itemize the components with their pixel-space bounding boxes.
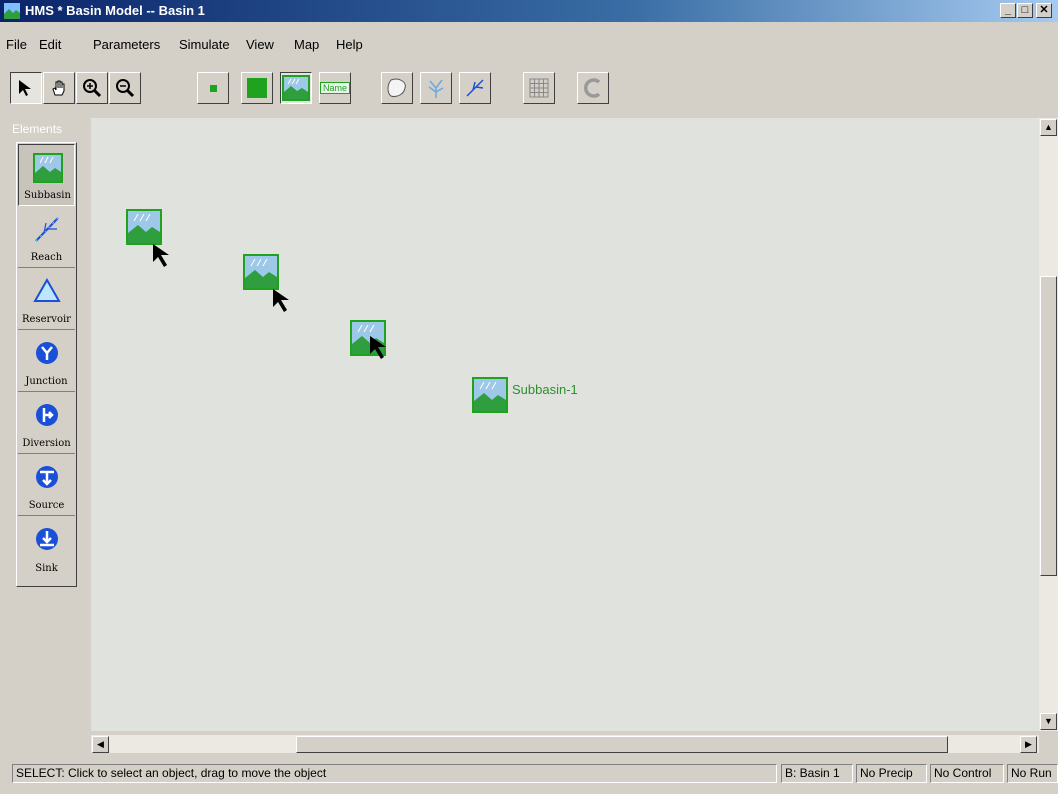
boundary-icon	[387, 78, 406, 97]
close-button[interactable]: ✕	[1036, 3, 1052, 18]
zoom-in-icon	[83, 79, 102, 98]
zoom-out-button[interactable]	[109, 72, 141, 104]
subbasin-node-label[interactable]: Subbasin-1	[512, 382, 578, 397]
select-tool-button[interactable]	[10, 72, 42, 104]
palette-item-diversion[interactable]: Diversion	[18, 392, 75, 454]
toolbar: Name	[0, 62, 1058, 120]
horizontal-scroll-thumb[interactable]	[296, 736, 948, 753]
minimize-button[interactable]: _	[1000, 3, 1016, 18]
scroll-left-button[interactable]: ◀	[92, 736, 109, 753]
palette-label: Source	[28, 500, 65, 511]
status-basin: B: Basin 1	[781, 764, 853, 783]
elements-palette: Subbasin Reach Reservoir Junction Divers…	[16, 142, 77, 587]
horizontal-scrollbar[interactable]: ◀ ▶	[91, 735, 1039, 753]
cursor-arrow-icon	[273, 289, 289, 312]
diversion-icon	[36, 404, 58, 426]
menu-map[interactable]: Map	[294, 37, 319, 52]
palette-label: Diversion	[22, 438, 71, 449]
status-message: SELECT: Click to select an object, drag …	[12, 764, 777, 783]
cursor-arrow-icon	[370, 336, 386, 359]
palette-item-sink[interactable]: Sink	[18, 516, 75, 578]
subbasin-icon-toggle[interactable]	[280, 72, 312, 104]
maximize-button[interactable]: □	[1017, 3, 1033, 18]
reach-icon	[466, 79, 484, 97]
palette-item-junction[interactable]: Junction	[18, 330, 75, 392]
grid-icon	[529, 78, 549, 98]
select-arrow-icon	[19, 80, 31, 96]
reach-icon	[35, 217, 59, 242]
elements-title: Elements	[12, 122, 63, 136]
palette-label: Sink	[35, 563, 58, 574]
palette-label: Reservoir	[22, 314, 71, 325]
scroll-up-button[interactable]: ▲	[1040, 119, 1057, 136]
small-node-icon	[210, 85, 217, 92]
status-run: No Run	[1007, 764, 1058, 783]
menu-view[interactable]: View	[246, 37, 274, 52]
pan-tool-button[interactable]	[43, 72, 75, 104]
menu-file[interactable]: File	[6, 37, 27, 52]
palette-item-subbasin[interactable]: Subbasin	[18, 144, 75, 206]
subbasin-node[interactable]	[472, 377, 508, 413]
menu-edit[interactable]: Edit	[39, 37, 61, 52]
stream-network-button[interactable]	[420, 72, 452, 104]
menu-parameters[interactable]: Parameters	[93, 37, 160, 52]
cursor-arrow-icon	[153, 244, 169, 267]
small-node-button[interactable]	[197, 72, 229, 104]
status-bar: SELECT: Click to select an object, drag …	[0, 762, 1058, 784]
palette-label: Junction	[25, 376, 68, 387]
zoom-out-icon	[116, 79, 135, 98]
large-node-icon	[247, 78, 267, 98]
boundary-button[interactable]	[381, 72, 413, 104]
subbasin-icon	[33, 153, 63, 183]
stream-network-icon	[428, 79, 444, 98]
name-label-icon: Name	[320, 82, 351, 94]
basin-canvas[interactable]: Subbasin-1	[91, 118, 1039, 731]
palette-label: Reach	[30, 252, 63, 263]
junction-icon	[36, 342, 58, 364]
menu-bar: File Edit Parameters Simulate View Map H…	[0, 33, 1058, 53]
palette-item-source[interactable]: Source	[18, 454, 75, 516]
app-icon	[4, 3, 20, 19]
subbasin-icon	[282, 75, 310, 101]
zoom-in-button[interactable]	[76, 72, 108, 104]
scroll-right-button[interactable]: ▶	[1020, 736, 1037, 753]
scroll-down-button[interactable]: ▼	[1040, 713, 1057, 730]
status-precip: No Precip	[856, 764, 927, 783]
c-icon	[583, 78, 601, 98]
large-node-button[interactable]	[241, 72, 273, 104]
source-icon	[36, 466, 58, 488]
c-button[interactable]	[577, 72, 609, 104]
reach-button[interactable]	[459, 72, 491, 104]
vertical-scroll-thumb[interactable]	[1040, 276, 1057, 576]
grid-button[interactable]	[523, 72, 555, 104]
window-title: HMS * Basin Model -- Basin 1	[25, 3, 205, 18]
reservoir-icon	[33, 277, 61, 302]
menu-simulate[interactable]: Simulate	[179, 37, 230, 52]
menu-help[interactable]: Help	[336, 37, 363, 52]
palette-label: Subbasin	[24, 190, 71, 201]
palette-item-reach[interactable]: Reach	[18, 206, 75, 268]
name-label-button[interactable]: Name	[319, 72, 351, 104]
title-bar: HMS * Basin Model -- Basin 1 _ □ ✕	[0, 0, 1058, 22]
status-control: No Control	[930, 764, 1004, 783]
pan-hand-icon	[52, 80, 65, 96]
vertical-scrollbar[interactable]: ▲ ▼	[1039, 118, 1058, 731]
palette-item-reservoir[interactable]: Reservoir	[18, 268, 75, 330]
sink-icon	[36, 528, 58, 550]
